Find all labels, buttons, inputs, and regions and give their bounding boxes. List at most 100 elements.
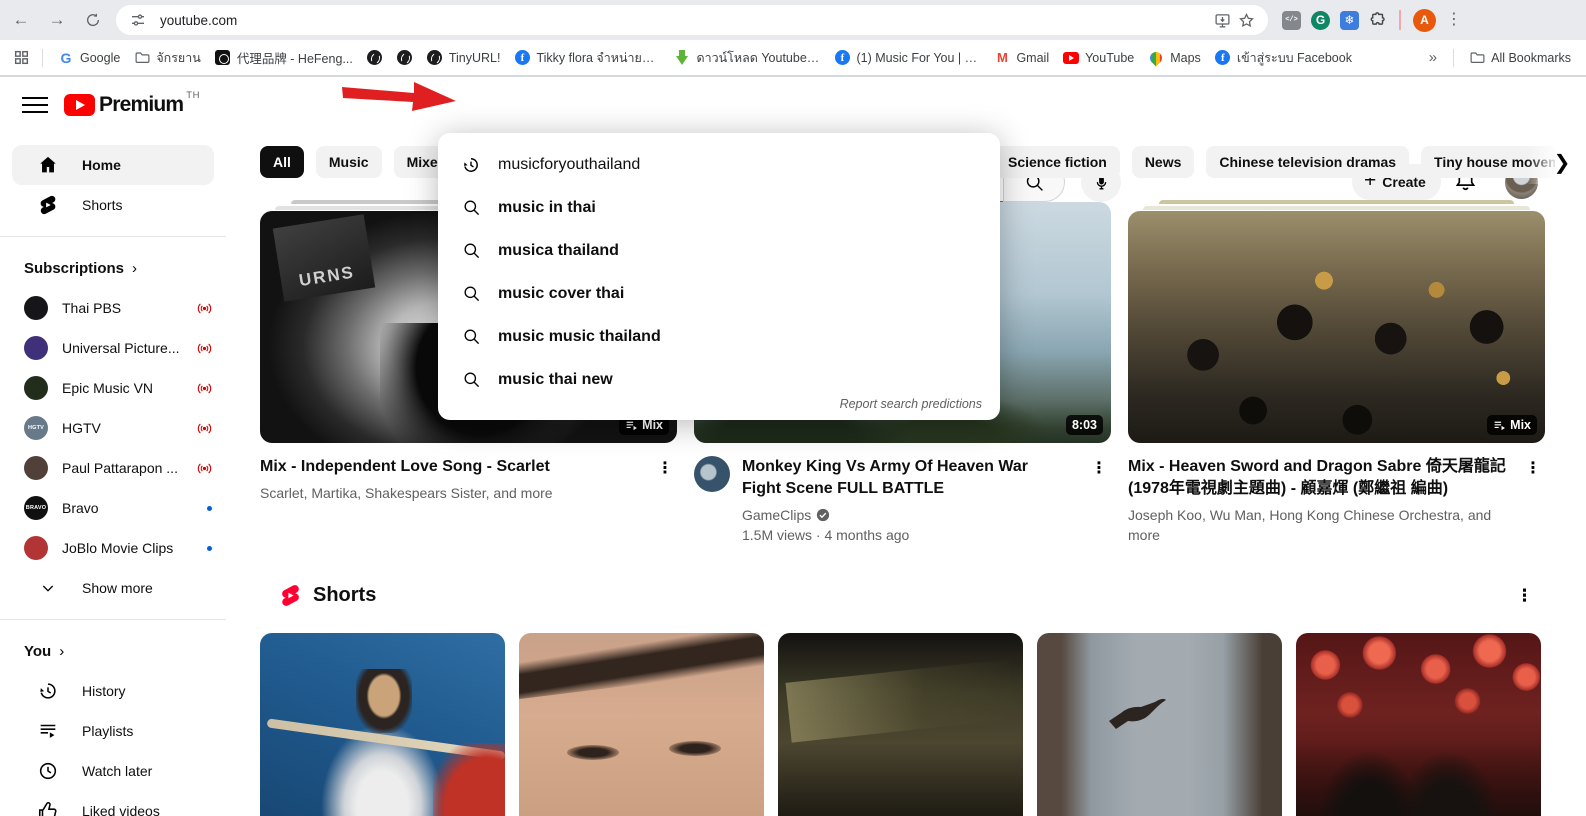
sidebar-channel-bravo[interactable]: bravo Bravo (0, 488, 226, 528)
sidebar-item-history[interactable]: History (12, 671, 214, 711)
video-menu-icon[interactable]: ⋮ (653, 456, 677, 503)
red-annotation-arrow (340, 79, 458, 119)
sidebar-channel-epic-music[interactable]: Epic Music VN (0, 368, 226, 408)
channel-avatar (24, 336, 48, 360)
folder-icon (1469, 50, 1485, 66)
bookmarks-overflow-chevron[interactable]: » (1421, 49, 1445, 66)
suggestion-item[interactable]: music in thai (438, 186, 1000, 229)
suggestion-item[interactable]: music cover thai (438, 272, 1000, 315)
sidebar-item-playlists[interactable]: Playlists (12, 711, 214, 751)
bookmark-youtube[interactable]: YouTube (1056, 47, 1141, 69)
live-icon (197, 382, 212, 395)
video-title[interactable]: Monkey King Vs Army Of Heaven War Fight … (742, 456, 1062, 500)
all-bookmarks-button[interactable]: All Bookmarks (1462, 47, 1578, 69)
chevron-right-icon: › (59, 643, 64, 660)
chip-news[interactable]: News (1132, 146, 1195, 178)
youtube-premium-logo[interactable]: Premium TH (64, 93, 200, 117)
bookmark-maps[interactable]: Maps (1141, 47, 1208, 69)
channel-avatar[interactable] (694, 456, 730, 492)
chip-science-fiction[interactable]: Science fiction (995, 146, 1120, 178)
sidebar-item-shorts[interactable]: Shorts (12, 185, 214, 225)
chips-scroll-area: ❯ (1526, 140, 1586, 184)
browser-profile-avatar[interactable]: A (1413, 9, 1436, 32)
chip-music[interactable]: Music (316, 146, 382, 178)
short-thumbnail-4[interactable] (1037, 633, 1282, 816)
grammarly-extension-icon[interactable]: G (1311, 11, 1330, 30)
url-text[interactable]: youtube.com (160, 13, 1210, 28)
youtube-icon (1063, 50, 1079, 66)
suggestion-item[interactable]: musicforyouthailand (438, 143, 1000, 186)
bookmark-globe-2[interactable] (390, 47, 420, 69)
bookmark-tinyurl[interactable]: TinyURL! (420, 47, 508, 69)
short-thumbnail-5[interactable] (1296, 633, 1541, 816)
sidebar-channel-joblo[interactable]: JoBlo Movie Clips (0, 528, 226, 568)
bookmark-star-icon[interactable] (1234, 8, 1258, 32)
video-title[interactable]: Mix - Independent Love Song - Scarlet (260, 456, 653, 478)
shorts-logo-icon (278, 583, 303, 608)
sidebar-channel-paul-pattarapon[interactable]: Paul Pattarapon ... (0, 448, 226, 488)
google-icon: G (58, 50, 74, 66)
search-icon (460, 197, 482, 219)
bookmark-tikky-flora[interactable]: f Tikky flora จำหน่ายไม้... (507, 45, 667, 71)
code-extension-icon[interactable]: </> (1282, 11, 1301, 30)
browser-menu-icon[interactable]: ⋮ (1446, 12, 1462, 28)
suggestion-item[interactable]: music thai new (438, 358, 1000, 401)
short-thumbnail-1[interactable] (260, 633, 505, 816)
sidebar-show-more[interactable]: Show more (12, 568, 214, 608)
channel-avatar: HGTV (24, 416, 48, 440)
mix-badge: Mix (1487, 415, 1537, 435)
short-thumbnail-2[interactable] (519, 633, 764, 816)
search-icon (460, 369, 482, 391)
suggestion-item[interactable]: musica thailand (438, 229, 1000, 272)
shorts-menu-icon[interactable]: ⋮ (1516, 586, 1533, 606)
address-bar[interactable]: youtube.com (116, 5, 1268, 35)
bookmark-music-for-you[interactable]: f (1) Music For You | F... (827, 47, 987, 69)
puzzle-extensions-icon[interactable] (1369, 11, 1387, 29)
channel-name-row[interactable]: GameClips (742, 507, 1087, 523)
chips-scroll-right-icon[interactable]: ❯ (1546, 146, 1578, 178)
playlist-play-icon (1493, 419, 1506, 432)
site-info-icon[interactable] (126, 8, 150, 32)
sidebar-item-liked-videos[interactable]: Liked videos (12, 791, 214, 816)
search-icon (460, 326, 482, 348)
chip-all[interactable]: All (260, 146, 304, 178)
sidebar-channel-universal[interactable]: Universal Picture... (0, 328, 226, 368)
sidebar-item-watch-later[interactable]: Watch later (12, 751, 214, 791)
live-icon (197, 462, 212, 475)
browser-toolbar: ← → youtube.com </> G ❄ A ⋮ (0, 0, 1586, 40)
sidebar-subscriptions-header[interactable]: Subscriptions › (0, 248, 226, 288)
video-title[interactable]: Mix - Heaven Sword and Dragon Sabre 倚天屠龍… (1128, 456, 1513, 500)
filter-chips-right: Science fiction News Chinese television … (995, 146, 1555, 178)
filter-chips-left: All Music Mixes (260, 146, 459, 178)
back-icon[interactable]: ← (6, 5, 36, 35)
sidebar-you-header[interactable]: You › (0, 631, 226, 671)
snowflake-extension-icon[interactable]: ❄ (1340, 11, 1359, 30)
install-icon[interactable] (1210, 8, 1234, 32)
bookmark-google[interactable]: G Google (51, 47, 127, 69)
bookmark-hefeng[interactable]: 代理品牌 - HeFeng... (208, 45, 360, 70)
forward-icon[interactable]: → (42, 5, 72, 35)
history-icon (460, 154, 482, 176)
bookmark-download-youtube[interactable]: ดาวน์โหลด Youtube -... (667, 45, 827, 71)
bookmark-globe-1[interactable] (360, 47, 390, 69)
report-search-predictions[interactable]: Report search predictions (840, 397, 982, 411)
hamburger-menu-icon[interactable] (22, 92, 48, 118)
bookmark-gmail[interactable]: M Gmail (987, 47, 1056, 69)
video-menu-icon[interactable]: ⋮ (1087, 456, 1111, 545)
sidebar-channel-hgtv[interactable]: HGTV HGTV (0, 408, 226, 448)
reload-icon[interactable] (78, 5, 108, 35)
bookmarks-separator (1453, 49, 1454, 67)
apps-grid-icon[interactable] (8, 45, 34, 71)
bookmark-folder[interactable]: จักรยาน (127, 45, 208, 71)
suggestion-item[interactable]: music music thailand (438, 315, 1000, 358)
bookmark-facebook-login[interactable]: f เข้าสู่ระบบ Facebook (1208, 45, 1359, 71)
thumbnail-sign-text: URNS (273, 215, 375, 302)
video-thumbnail[interactable]: Mix (1128, 200, 1545, 443)
short-thumbnail-3[interactable] (778, 633, 1023, 816)
video-menu-icon[interactable]: ⋮ (1521, 456, 1545, 545)
sidebar-channel-thai-pbs[interactable]: Thai PBS (0, 288, 226, 328)
chip-chinese-tv-dramas[interactable]: Chinese television dramas (1206, 146, 1409, 178)
live-icon (197, 422, 212, 435)
gmail-icon: M (994, 50, 1010, 66)
sidebar-item-home[interactable]: Home (12, 145, 214, 185)
